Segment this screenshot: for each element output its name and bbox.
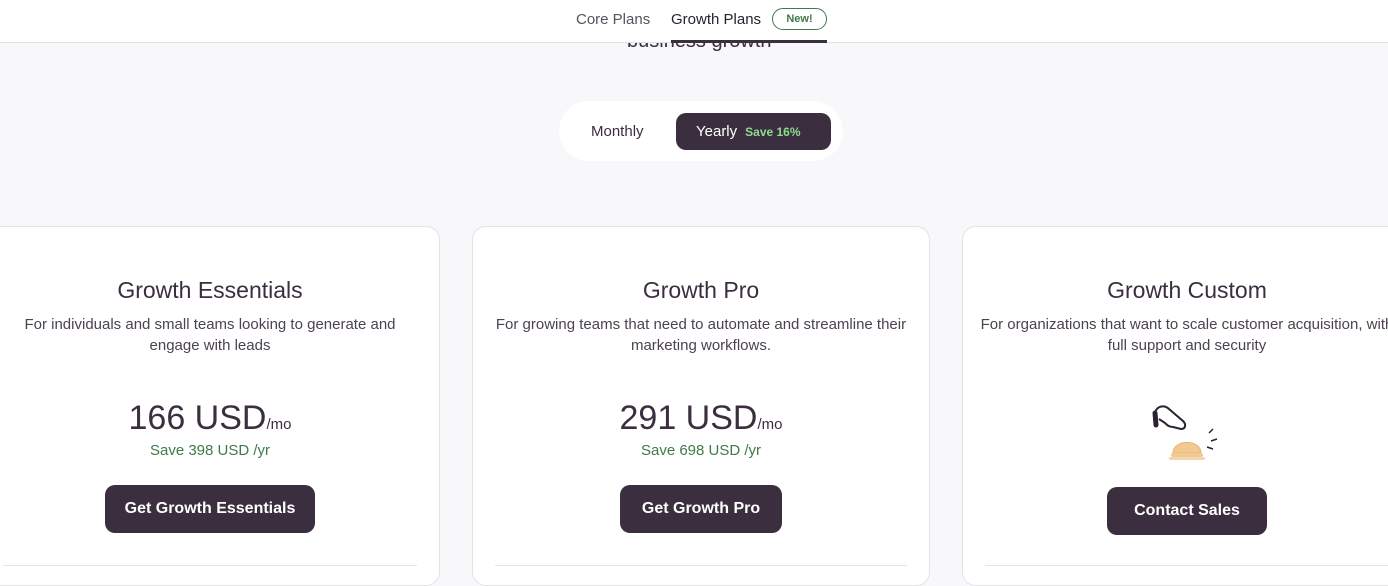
tab-core-plans[interactable]: Core Plans [576, 11, 650, 28]
yearly-label: Yearly [696, 123, 738, 140]
plan-card-growth-essentials: Growth Essentials For individuals and sm… [0, 226, 440, 586]
billing-toggle: Monthly Yearly Save 16% [559, 101, 843, 161]
plan-name: Growth Essentials [117, 277, 303, 303]
service-bell-icon [1152, 405, 1218, 460]
plan-price: 166 USD/mo [0, 399, 439, 438]
plan-savings: Save 398 USD /yr [149, 442, 271, 459]
plan-description: For growing teams that need to automate … [495, 316, 907, 354]
get-growth-essentials-button[interactable]: Get Growth Essentials [105, 485, 315, 533]
card-divider [3, 565, 417, 566]
plan-tabs-bar: Core Plans Growth Plans New! [0, 0, 1388, 43]
plan-description: For organizations that want to scale cus… [980, 316, 1388, 354]
plan-name: Growth Custom [1107, 277, 1267, 303]
plan-price: 291 USD/mo [473, 399, 929, 438]
card-divider [495, 565, 907, 566]
price-amount: 291 USD [619, 399, 758, 437]
contact-sales-button[interactable]: Contact Sales [1107, 487, 1267, 535]
plan-savings: Save 698 USD /yr [640, 442, 762, 459]
tab-growth-plans[interactable]: Growth Plans [671, 11, 761, 28]
monthly-option[interactable]: Monthly [591, 123, 644, 140]
plan-name: Growth Pro [642, 277, 760, 303]
plan-card-growth-custom: Growth Custom For organizations that wan… [962, 226, 1388, 586]
price-amount: 166 USD [128, 399, 267, 437]
yearly-option[interactable]: Yearly Save 16% [676, 113, 831, 150]
price-period: /mo [757, 416, 783, 433]
get-growth-pro-button[interactable]: Get Growth Pro [620, 485, 782, 533]
card-divider [985, 565, 1388, 566]
new-badge: New! [772, 8, 827, 30]
yearly-save-badge: Save 16% [745, 124, 801, 139]
plan-card-growth-pro: Growth Pro For growing teams that need t… [472, 226, 930, 586]
plan-description: For individuals and small teams looking … [24, 316, 396, 354]
active-tab-indicator [671, 40, 827, 43]
price-period: /mo [266, 416, 292, 433]
